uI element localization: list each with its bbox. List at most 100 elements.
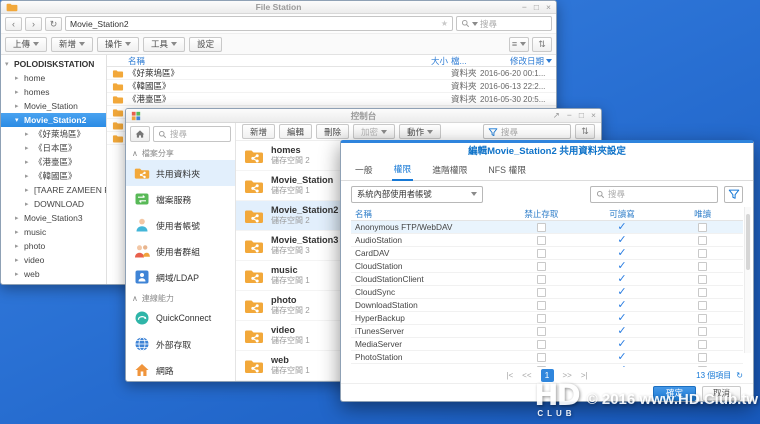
dialog-search-input[interactable]: 搜尋 (590, 186, 718, 203)
fs-tree-item-homes[interactable]: ▸homes (1, 85, 106, 99)
pagination-next-button[interactable]: >> (563, 371, 572, 380)
column-user-name[interactable]: 名稱 (351, 208, 501, 220)
fs-tree-item-Movie_Station3[interactable]: ▸Movie_Station3 (1, 211, 106, 225)
tab-permissions[interactable]: 權限 (392, 162, 414, 181)
no-access-checkbox[interactable] (537, 288, 546, 297)
read-only-checkbox[interactable] (698, 340, 707, 349)
tab-advanced-permissions[interactable]: 進階權限 (430, 163, 469, 180)
minimize-icon[interactable]: − (567, 111, 572, 120)
fs-search-input[interactable]: 搜尋 (456, 16, 552, 31)
pagination-prev-button[interactable]: << (522, 371, 531, 380)
forward-button[interactable]: › (25, 17, 42, 31)
back-button[interactable]: ‹ (5, 17, 22, 31)
tab-general[interactable]: 一般 (353, 163, 375, 180)
read-only-checkbox[interactable] (698, 327, 707, 336)
fs-tree-item-[TAARE ZAMEEN PA[interactable]: ▸[TAARE ZAMEEN PA (1, 183, 106, 197)
no-access-checkbox[interactable] (537, 223, 546, 232)
fs-tree-item-《好萊塢區》[interactable]: ▸《好萊塢區》 (1, 127, 106, 141)
fs-toolbar-create-button[interactable]: 新增 (51, 37, 93, 52)
read-only-checkbox[interactable] (698, 262, 707, 271)
column-read-write[interactable]: 可讀寫 (582, 208, 663, 220)
cp-toolbar-delete-button[interactable]: 刪除 (316, 124, 349, 139)
refresh-button[interactable]: ↻ (45, 17, 62, 31)
fs-tree-item-Movie_Station[interactable]: ▸Movie_Station (1, 99, 106, 113)
fs-tree-root[interactable]: ▾POLODISKSTATION (1, 57, 106, 71)
permission-row-Anonymous FTP/WebDAV[interactable]: Anonymous FTP/WebDAV✓ (351, 221, 743, 234)
read-only-checkbox[interactable] (698, 353, 707, 362)
permission-row-CardDAV[interactable]: CardDAV✓ (351, 247, 743, 260)
favorite-star-icon[interactable]: ★ (441, 19, 448, 28)
list-sort-button[interactable]: ⇅ (575, 124, 595, 139)
cp-sidebar-item-domain-ldap[interactable]: 網域/LDAP (126, 264, 235, 290)
column-name[interactable]: 名稱 (107, 55, 414, 67)
popout-icon[interactable]: ↗ (553, 111, 560, 120)
cp-sidebar-item-external-access[interactable]: 外部存取 (126, 331, 235, 357)
scrollbar-thumb[interactable] (746, 214, 750, 270)
fs-toolbar-upload-button[interactable]: 上傳 (5, 37, 47, 52)
column-read-only[interactable]: 唯讀 (662, 208, 743, 220)
view-mode-button[interactable]: ≡ (509, 37, 529, 52)
column-type[interactable]: 檔... (448, 55, 478, 67)
cp-filter-input[interactable]: 搜尋 (483, 124, 571, 139)
cp-sidebar-item-file-services[interactable]: 檔案服務 (126, 186, 235, 212)
read-only-checkbox[interactable] (698, 314, 707, 323)
fs-toolbar-tools-button[interactable]: 工具 (143, 37, 185, 52)
permission-row-iTunesServer[interactable]: iTunesServer✓ (351, 325, 743, 338)
fs-toolbar-action-button[interactable]: 操作 (97, 37, 139, 52)
file-station-titlebar[interactable]: File Station − □ × (1, 1, 556, 14)
fs-tree-item-video[interactable]: ▸video (1, 253, 106, 267)
cp-sidebar-item-network[interactable]: 網路 (126, 357, 235, 381)
cancel-button[interactable]: 取消 (702, 386, 741, 401)
fs-file-row[interactable]: 《好萊塢區》資料夾2016-06-20 00:1... (107, 67, 556, 80)
cp-toolbar-edit-button[interactable]: 編輯 (279, 124, 312, 139)
fs-file-row[interactable]: 《韓國區》資料夾2016-06-13 22:2... (107, 80, 556, 93)
fs-toolbar-settings-button[interactable]: 設定 (189, 37, 222, 52)
minimize-icon[interactable]: − (522, 3, 527, 12)
no-access-checkbox[interactable] (537, 327, 546, 336)
tab-nfs-permissions[interactable]: NFS 權限 (486, 163, 528, 180)
fs-tree-item-photo[interactable]: ▸photo (1, 239, 106, 253)
cp-search-input[interactable]: 搜尋 (153, 126, 231, 142)
read-only-checkbox[interactable] (698, 223, 707, 232)
permission-row-CloudStationClient[interactable]: CloudStationClient✓ (351, 273, 743, 286)
fs-tree-item-music[interactable]: ▸music (1, 225, 106, 239)
read-only-checkbox[interactable] (698, 249, 707, 258)
no-access-checkbox[interactable] (537, 249, 546, 258)
column-modified[interactable]: 修改日期 (478, 55, 556, 67)
cp-sidebar-item-shared-folder[interactable]: 共用資料夾 (126, 160, 235, 186)
fs-tree-item-Movie_Station2[interactable]: ▾Movie_Station2 (1, 113, 106, 127)
permission-row-MediaServer[interactable]: MediaServer✓ (351, 338, 743, 351)
no-access-checkbox[interactable] (537, 340, 546, 349)
column-no-access[interactable]: 禁止存取 (501, 208, 582, 220)
fs-tree-item-DOWNLOAD[interactable]: ▸DOWNLOAD (1, 197, 106, 211)
fs-tree-item-home[interactable]: ▸home (1, 71, 106, 85)
fs-tree-item-《韓國區》[interactable]: ▸《韓國區》 (1, 169, 106, 183)
cp-sidebar-item-quickconnect[interactable]: QuickConnect (126, 305, 235, 331)
no-access-checkbox[interactable] (537, 353, 546, 362)
pagination-first-button[interactable]: |< (506, 371, 513, 380)
no-access-checkbox[interactable] (537, 262, 546, 271)
pagination-last-button[interactable]: >| (581, 371, 588, 380)
column-size[interactable]: 大小 (414, 55, 448, 67)
fs-tree-item-《日本區》[interactable]: ▸《日本區》 (1, 141, 106, 155)
read-only-checkbox[interactable] (698, 288, 707, 297)
user-type-select[interactable]: 系統內部使用者帳號 (351, 186, 483, 203)
permission-row-CloudSync[interactable]: CloudSync✓ (351, 286, 743, 299)
home-button[interactable] (130, 126, 150, 142)
search-scope-caret-icon[interactable] (472, 22, 478, 26)
refresh-icon[interactable]: ↻ (736, 371, 743, 380)
no-access-checkbox[interactable] (537, 314, 546, 323)
permission-row-PhotoStation[interactable]: PhotoStation✓ (351, 351, 743, 364)
no-access-checkbox[interactable] (537, 301, 546, 310)
permission-row-HyperBackup[interactable]: HyperBackup✓ (351, 312, 743, 325)
fs-tree-item-web[interactable]: ▸web (1, 267, 106, 281)
control-panel-titlebar[interactable]: 控制台 ↗ − □ × (126, 109, 601, 123)
fs-tree-item-《港臺區》[interactable]: ▸《港臺區》 (1, 155, 106, 169)
path-input[interactable]: Movie_Station2 ★ (65, 16, 453, 31)
permission-row-CloudStation[interactable]: CloudStation✓ (351, 260, 743, 273)
fs-file-row[interactable]: 《港臺區》資料夾2016-05-30 20:5... (107, 93, 556, 106)
permission-row-DownloadStation[interactable]: DownloadStation✓ (351, 299, 743, 312)
no-access-checkbox[interactable] (537, 236, 546, 245)
sort-button[interactable]: ⇅ (532, 37, 552, 52)
cp-section-header[interactable]: ∧檔案分享 (126, 145, 235, 160)
